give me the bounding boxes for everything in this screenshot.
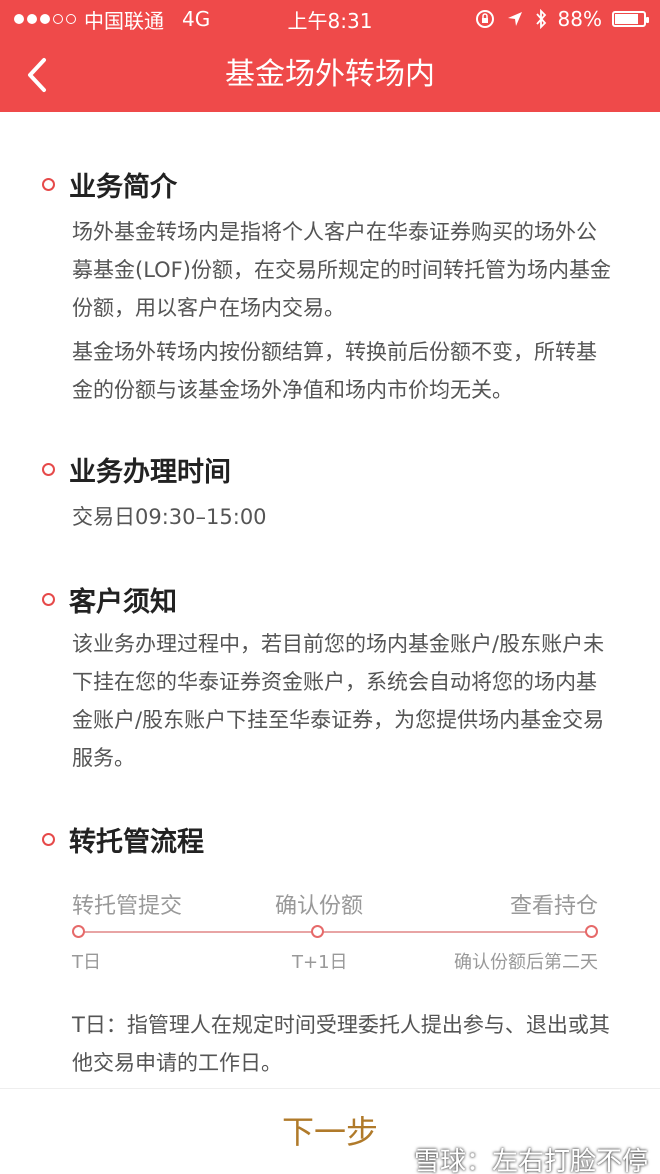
status-time: 上午8:31 [287, 8, 373, 33]
intro-paragraph-1: 场外基金转场内是指将个人客户在华泰证券购买的场外公募基金(LOF)份额，在交易所… [72, 220, 611, 320]
flow-line [78, 931, 592, 933]
flow-node-icon [585, 925, 598, 938]
section-title-text: 业务简介 [69, 172, 177, 203]
status-left: 中国联通 4G [14, 5, 244, 34]
bullet-icon [42, 833, 55, 846]
flow-step-label: 转托管提交 [72, 894, 183, 919]
network-type: 4G [182, 7, 211, 31]
flow-step-day: 确认份额后第二天 [454, 952, 598, 973]
nav-bar: 基金场外转场内 [0, 38, 660, 112]
battery-icon [612, 11, 649, 27]
flow-node-icon [311, 925, 324, 938]
section-title-text: 业务办理时间 [69, 457, 231, 488]
hours-text: 交易日09:30–15:00 [72, 505, 267, 529]
section-title-text: 客户须知 [69, 587, 177, 618]
watermark: 雪球：左右打脸不停 [413, 1147, 648, 1174]
bottom-bar: 下一步 雪球：左右打脸不停 [0, 1088, 660, 1174]
section-title-text: 转托管流程 [69, 827, 204, 858]
flow-step-label: 确认份额 [275, 894, 364, 919]
orientation-lock-icon [475, 10, 494, 28]
status-right: 88% [416, 7, 649, 31]
section-title-intro: 业务简介 [42, 165, 177, 204]
bullet-icon [42, 463, 55, 476]
flow-step-day: T+1日 [292, 952, 348, 973]
status-bar: 中国联通 4G 上午8:31 88% [0, 0, 660, 38]
intro-paragraph-2: 基金场外转场内按份额结算，转换前后份额不变，所转基金的份额与该基金场外净值和场内… [72, 340, 597, 402]
location-icon [507, 12, 522, 26]
page-title: 基金场外转场内 [225, 57, 435, 92]
flow-note: T日：指管理人在规定时间受理委托人提出参与、退出或其他交易申请的工作日。 [72, 1013, 610, 1075]
signal-strength-icon [14, 14, 76, 24]
bullet-icon [42, 593, 55, 606]
section-title-flow: 转托管流程 [42, 820, 204, 859]
bullet-icon [42, 178, 55, 191]
section-title-notice: 客户须知 [42, 580, 177, 619]
flow-node-icon [72, 925, 85, 938]
notice-text: 该业务办理过程中，若目前您的场内基金账户/股东账户未下挂在您的华泰证券资金账户，… [72, 632, 605, 770]
flow-step-day: T日 [72, 952, 101, 973]
flow-step-label: 查看持仓 [509, 894, 598, 919]
bluetooth-icon [535, 9, 546, 29]
section-title-hours: 业务办理时间 [42, 450, 231, 489]
battery-percent: 88% [557, 7, 602, 31]
carrier-name: 中国联通 [84, 8, 164, 33]
